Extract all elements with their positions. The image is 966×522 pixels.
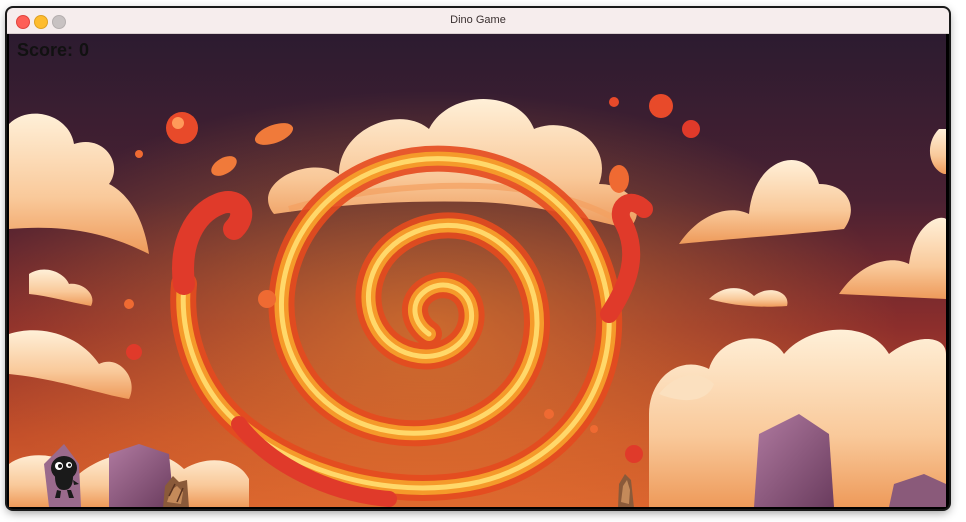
- title-bar: Dino Game: [7, 8, 949, 34]
- app-window: Dino Game Score: 0: [7, 8, 949, 509]
- score-value: 0: [79, 40, 90, 60]
- score-label: Score:: [17, 40, 74, 60]
- window-title: Dino Game: [450, 14, 506, 26]
- game-background: [9, 34, 946, 507]
- score-display: Score: 0: [17, 40, 89, 61]
- dino-player: [51, 456, 79, 498]
- game-canvas[interactable]: Score: 0: [9, 34, 946, 507]
- rock-obstacle: [618, 474, 634, 507]
- cactus-obstacle: [163, 476, 189, 507]
